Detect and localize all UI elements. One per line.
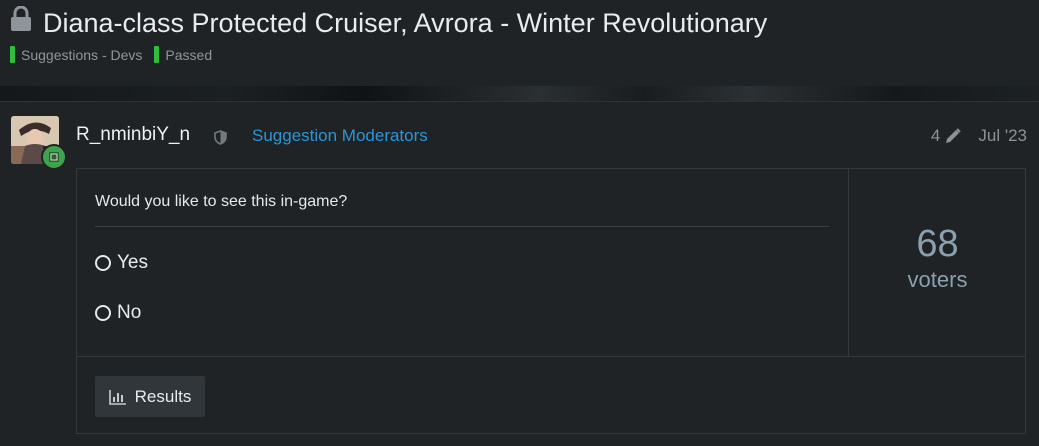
post-date[interactable]: Jul '23 [978,126,1027,146]
radio-button-icon[interactable] [95,305,111,321]
category-label: Passed [165,46,213,63]
voters-count: 68 [916,223,959,265]
category-color-bar [10,46,15,63]
category-label: Suggestions - Devs [21,46,143,63]
topic-title[interactable]: Diana-class Protected Cruiser, Avrora - … [43,8,767,39]
divider [95,226,829,227]
voters-label: voters [907,267,968,292]
header-banner [0,86,1039,102]
pencil-icon [946,128,962,143]
results-button[interactable]: Results [95,376,205,417]
poll-footer: Results [77,356,1025,435]
avatar-container[interactable] [11,116,67,170]
category-passed[interactable]: Passed [154,46,212,63]
poll-option-no[interactable]: No [95,302,141,324]
post-username[interactable]: R_nminbiY_n [76,124,190,146]
user-group-link[interactable]: Suggestion Moderators [252,126,428,146]
category-suggestions-devs[interactable]: Suggestions - Devs [10,46,142,63]
lock-icon [11,6,31,31]
poll-option-label: Yes [117,252,148,273]
poll-option-yes[interactable]: Yes [95,252,148,274]
poll-option-label: No [117,302,142,323]
bar-chart-icon [108,389,126,405]
flair-badge-icon [41,144,67,170]
poll-container: Would you like to see this in-game? Yes … [76,168,1026,434]
shield-icon [214,130,227,145]
poll-question: Would you like to see this in-game? [95,193,348,210]
topic-post: R_nminbiY_n Suggestion Moderators 4 Jul … [0,102,1039,446]
category-color-bar [154,46,160,63]
edit-history-button[interactable]: 4 [931,126,962,146]
edit-count: 4 [930,126,941,145]
post-meta: 4 Jul '23 [931,126,1027,146]
topic-header: Diana-class Protected Cruiser, Avrora - … [0,0,1039,86]
poll-options-panel: Would you like to see this in-game? Yes … [77,169,849,356]
poll-info-panel: 68 voters [849,169,1026,356]
category-list: Suggestions - Devs Passed [10,46,224,63]
radio-button-icon[interactable] [95,255,111,271]
results-button-label: Results [134,386,192,406]
